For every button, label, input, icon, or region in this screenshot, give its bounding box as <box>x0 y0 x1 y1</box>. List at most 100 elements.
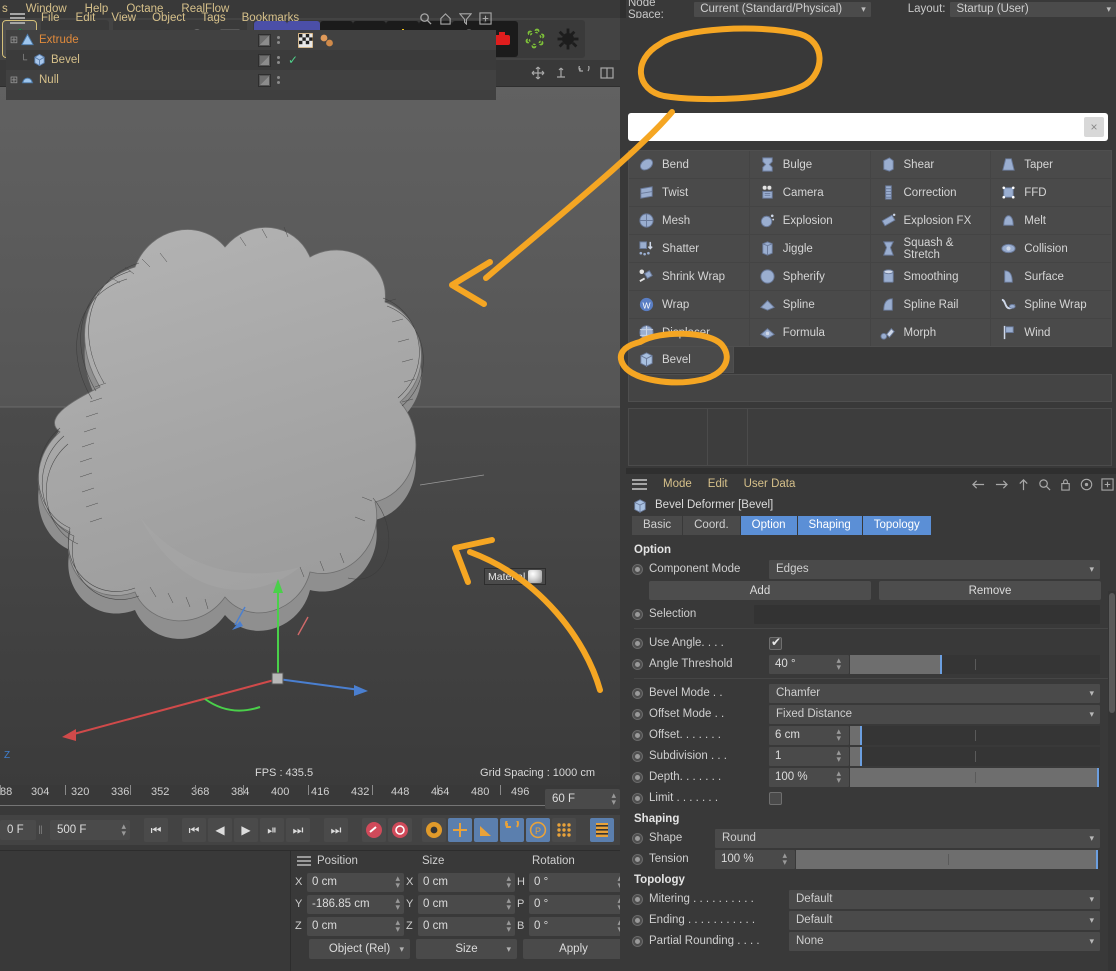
shape-select[interactable]: Round ▾ <box>715 828 1100 848</box>
expander-plus-icon[interactable]: ⊞ <box>8 75 20 86</box>
object-row-extrude[interactable]: ⊞ Extrude <box>6 30 496 50</box>
animate-dot-icon[interactable] <box>632 729 643 741</box>
animate-dot-icon[interactable] <box>632 687 643 699</box>
node-space-select[interactable]: Current (Standard/Physical) ▾ <box>694 1 871 17</box>
animate-dot-icon[interactable] <box>632 658 643 670</box>
animate-dot-icon[interactable] <box>632 853 643 865</box>
deformer-item-morph[interactable]: Morph <box>870 319 991 346</box>
tab-option[interactable]: Option <box>740 516 797 535</box>
rotation-p-field[interactable]: 0 °▴▾ <box>529 894 626 914</box>
animate-dot-icon[interactable] <box>632 893 643 905</box>
expander-minus-icon[interactable]: ⊞ <box>8 35 20 46</box>
deformer-search-box[interactable]: × <box>628 113 1108 141</box>
size-x-field[interactable]: 0 cm ▴ ▾ <box>418 872 515 892</box>
home-icon[interactable] <box>439 12 452 25</box>
previous-key-button[interactable]: ⏮ <box>182 818 206 842</box>
deformer-item-jiggle[interactable]: Jiggle <box>749 235 870 262</box>
start-frame-field[interactable]: 0 F <box>0 820 36 840</box>
deformer-item-squash-stretch[interactable]: Squash & Stretch <box>870 235 991 262</box>
search-icon[interactable] <box>1038 478 1051 491</box>
keyframe-settings-icon[interactable] <box>422 818 446 842</box>
tension-field[interactable]: 100 % ▴ ▾ <box>715 849 795 869</box>
object-row-null[interactable]: ⊞ Null <box>6 70 496 90</box>
animate-dot-icon[interactable] <box>632 750 643 762</box>
go-to-end-button[interactable]: ⏭ <box>324 818 348 842</box>
point-key-icon[interactable] <box>552 818 576 842</box>
deformer-item-wrap[interactable]: W Wrap <box>629 291 749 318</box>
material-tag[interactable] <box>319 33 335 48</box>
animate-dot-icon[interactable] <box>632 792 643 804</box>
add-icon[interactable] <box>1101 477 1114 491</box>
menu-burger-icon[interactable] <box>10 12 25 24</box>
checkerboard-tag[interactable] <box>298 32 313 48</box>
visibility-toggle[interactable] <box>258 53 271 67</box>
animate-dot-icon[interactable] <box>632 563 643 575</box>
menu-burger-icon[interactable] <box>632 478 647 490</box>
coord-size-select[interactable]: Size ▾ <box>416 939 517 959</box>
tab-shaping[interactable]: Shaping <box>797 516 862 535</box>
animate-dot-icon[interactable] <box>632 771 643 783</box>
end-frame-field[interactable]: 500 F ▴ ▾ <box>50 820 130 840</box>
object-manager-tree[interactable]: ⊞ Extrude └ Bevel ✓ ⊞ Null <box>6 30 496 100</box>
depth-field[interactable]: 100 % ▴ ▾ <box>769 767 849 787</box>
position-z-field[interactable]: 0 cm ▴ ▾ <box>307 916 404 936</box>
deformer-item-explosion-fx[interactable]: Explosion FX <box>870 207 991 234</box>
deformer-item-wind[interactable]: Wind <box>991 319 1111 346</box>
octane-gear-icon[interactable] <box>551 21 584 57</box>
pla-key-icon[interactable]: P <box>526 818 550 842</box>
visibility-toggle[interactable] <box>258 73 271 87</box>
spinner-icon[interactable]: ▴▾ <box>836 727 841 743</box>
spinner-icon[interactable]: ▴▾ <box>836 656 841 672</box>
size-z-field[interactable]: 0 cm ▴ ▾ <box>418 916 515 936</box>
dots-icon[interactable] <box>277 36 280 44</box>
viewport[interactable]: ve Default Camera <box>0 87 620 785</box>
coord-apply-button[interactable]: Apply <box>523 939 624 959</box>
scale-icon[interactable] <box>554 66 568 80</box>
mitering-select[interactable]: Default ▾ <box>789 889 1100 909</box>
deformer-item-explosion[interactable]: Explosion <box>749 207 870 234</box>
layout-icon[interactable] <box>600 66 614 80</box>
attr-menu-mode[interactable]: Mode <box>655 478 700 490</box>
partial-rounding-select[interactable]: None ▾ <box>789 931 1100 951</box>
subdivision-slider[interactable] <box>850 746 1100 766</box>
deformer-item-mesh[interactable]: Mesh <box>629 207 749 234</box>
add-button[interactable]: Add <box>649 581 871 600</box>
animate-dot-icon[interactable] <box>632 637 643 649</box>
spinner-icon[interactable]: ▴▾ <box>836 748 841 764</box>
spinner-icon[interactable]: ▴▾ <box>121 822 126 838</box>
add-icon[interactable] <box>479 11 492 25</box>
rotation-key-icon[interactable] <box>500 818 524 842</box>
subdivision-field[interactable]: 1 ▴ ▾ <box>769 746 849 766</box>
step-back-button[interactable]: ◀ <box>208 818 232 842</box>
target-icon[interactable] <box>1080 478 1093 491</box>
green-check-tag[interactable]: ✓ <box>288 53 298 67</box>
autokey-icon[interactable] <box>388 818 412 842</box>
attr-menu-user-data[interactable]: User Data <box>736 478 804 490</box>
spinner-icon[interactable]: ▴▾ <box>395 896 400 912</box>
clear-search-icon[interactable]: × <box>1084 117 1104 137</box>
component-mode-select[interactable]: Edges ▾ <box>769 559 1100 579</box>
om-menu-edit[interactable]: Edit <box>68 12 104 24</box>
deformer-item-spline[interactable]: Spline <box>749 291 870 318</box>
material-tag-chip[interactable]: Material <box>484 568 547 585</box>
rotation-b-field[interactable]: 0 °▴▾ <box>529 916 626 936</box>
scale-key-icon[interactable] <box>474 818 498 842</box>
next-key-button[interactable]: ⏭ <box>286 818 310 842</box>
octane-scatter-icon[interactable] <box>518 21 551 57</box>
deformer-item-spherify[interactable]: Spherify <box>749 263 870 290</box>
depth-slider[interactable] <box>850 767 1100 787</box>
filter-icon[interactable] <box>459 12 472 25</box>
deformer-item-formula[interactable]: Formula <box>749 319 870 346</box>
rotation-h-field[interactable]: 0 °▴▾ <box>529 872 626 892</box>
deformer-item-correction[interactable]: Correction <box>870 179 991 206</box>
spinner-icon[interactable]: ▴▾ <box>395 874 400 890</box>
deformer-item-spline-wrap[interactable]: Spline Wrap <box>991 291 1111 318</box>
remove-button[interactable]: Remove <box>879 581 1101 600</box>
bevel-mode-select[interactable]: Chamfer ▾ <box>769 683 1100 703</box>
limit-checkbox[interactable] <box>769 791 782 805</box>
tension-slider[interactable] <box>796 849 1100 869</box>
timeline-ruler[interactable]: 88 304 320 336 352 368 384 400 416 432 4… <box>0 785 545 815</box>
current-frame-field[interactable]: 60 F ▴ ▾ <box>545 789 620 809</box>
ending-select[interactable]: Default ▾ <box>789 910 1100 930</box>
offset-field[interactable]: 6 cm ▴ ▾ <box>769 725 849 745</box>
